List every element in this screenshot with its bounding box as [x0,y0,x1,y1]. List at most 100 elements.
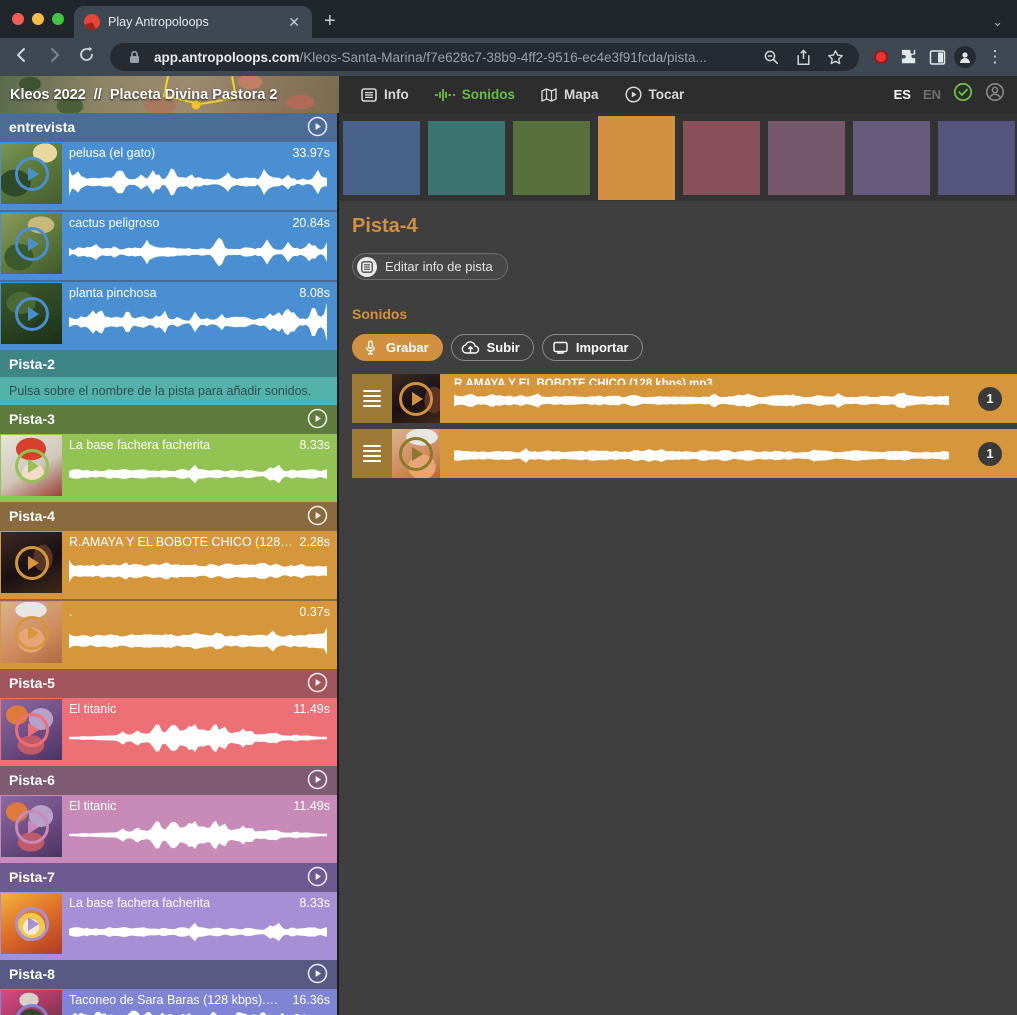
sound-thumbnail[interactable] [1,990,62,1015]
track-color-tab-5[interactable] [683,121,760,195]
url-text: app.antropoloops.com/Kleos-Santa-Marina/… [154,50,707,65]
track-header-pista-7[interactable]: Pista-7 [0,863,337,890]
sidebar-sound-item[interactable]: Taconeo de Sara Baras (128 kbps).mp316.3… [0,989,337,1015]
track-header-pista-4[interactable]: Pista-4 [0,502,337,529]
edit-track-info-label: Editar info de pista [385,259,493,274]
sound-waveform [454,385,953,421]
track-header-pista-5[interactable]: Pista-5 [0,669,337,696]
sound-thumbnail[interactable] [1,602,62,663]
track-header-pista-8[interactable]: Pista-8 [0,960,337,987]
play-track-icon[interactable] [307,866,328,887]
sound-row[interactable]: .1 [352,429,1017,478]
tab-close-icon[interactable]: ✕ [286,14,302,31]
sound-thumbnail[interactable] [1,143,62,204]
sound-thumbnail[interactable] [1,283,62,344]
sound-thumbnail[interactable] [392,429,440,478]
play-sound-icon[interactable] [399,437,433,471]
waveform-image [69,716,330,760]
track-color-tab-4[interactable] [598,116,675,200]
sidebar-sound-item[interactable]: R.AMAYA Y EL BOBOTE CHICO (128 kbps)....… [0,531,337,599]
share-icon[interactable] [791,49,815,66]
importar-button[interactable]: Importar [542,334,643,361]
play-track-icon[interactable] [307,769,328,790]
play-sound-icon[interactable] [15,1004,49,1015]
zoom-window-button[interactable] [52,13,64,25]
browser-menu-icon[interactable]: ⋮ [981,47,1009,67]
record-extension-icon[interactable] [869,50,893,64]
grabar-button[interactable]: Grabar [352,334,443,361]
browser-tab[interactable]: Play Antropoloops ✕ [74,6,312,38]
profile-avatar-icon[interactable] [953,46,977,68]
play-sound-icon[interactable] [15,546,49,580]
sound-thumbnail[interactable] [1,893,62,954]
bookmark-star-icon[interactable] [823,49,847,66]
play-sound-icon[interactable] [399,382,433,416]
nav-item-mapa[interactable]: Mapa [541,87,599,102]
track-header-pista-2[interactable]: Pista-2 [0,350,337,377]
nav-item-info[interactable]: Info [361,87,409,102]
track-color-tab-7[interactable] [853,121,930,195]
waveform-image [69,160,330,204]
sound-row[interactable]: R.AMAYA Y EL BOBOTE CHICO (128 kbps).mp3… [352,374,1017,423]
play-sound-icon[interactable] [15,227,49,261]
sound-thumbnail[interactable] [1,213,62,274]
sound-thumbnail[interactable] [392,374,440,423]
sidebar-sound-item[interactable]: cactus peligroso20.84s [0,212,337,280]
sound-duration: 11.49s [293,702,330,716]
nav-item-sonidos[interactable]: Sonidos [435,87,515,102]
track-color-tab-6[interactable] [768,121,845,195]
extensions-puzzle-icon[interactable] [897,48,921,66]
play-track-icon[interactable] [307,672,328,693]
minimize-window-button[interactable] [32,13,44,25]
sidebar-sound-item[interactable]: La base fachera facherita8.33s [0,434,337,502]
reload-button[interactable] [72,46,100,68]
close-window-button[interactable] [12,13,24,25]
play-sound-icon[interactable] [15,157,49,191]
sidebar-sound-item[interactable]: .0.37s [0,601,337,669]
sidebar-sound-item[interactable]: La base fachera facherita8.33s [0,892,337,960]
sound-thumbnail[interactable] [1,699,62,760]
sidebar-sound-item[interactable]: pelusa (el gato)33.97s [0,142,337,210]
play-track-icon[interactable] [307,505,328,526]
breadcrumb-separator: // [94,87,102,103]
back-button[interactable] [8,46,36,69]
lang-en-button[interactable]: EN [923,87,941,102]
track-color-tab-8[interactable] [938,121,1015,195]
track-color-tab-1[interactable] [343,121,420,195]
play-sound-icon[interactable] [15,449,49,483]
lang-es-button[interactable]: ES [894,87,911,102]
edit-track-info-button[interactable]: Editar info de pista [352,253,508,280]
drag-handle-icon[interactable] [352,429,392,478]
sound-thumbnail[interactable] [1,532,62,593]
play-sound-icon[interactable] [15,907,49,941]
track-color-tab-2[interactable] [428,121,505,195]
account-icon[interactable] [985,82,1005,107]
play-track-icon[interactable] [307,408,328,429]
sound-title: Taconeo de Sara Baras (128 kbps).mp3 [69,993,286,1007]
play-sound-icon[interactable] [15,713,49,747]
tab-search-chevron-icon[interactable]: ⌄ [992,14,1003,30]
track-header-entrevista[interactable]: entrevista [0,113,337,140]
play-sound-icon[interactable] [15,297,49,331]
sidebar-sound-item[interactable]: planta pinchosa8.08s [0,282,337,350]
sound-thumbnail[interactable] [1,796,62,857]
track-color-tab-3[interactable] [513,121,590,195]
url-bar[interactable]: app.antropoloops.com/Kleos-Santa-Marina/… [110,43,859,71]
zoom-out-icon[interactable] [759,49,783,66]
sidebar-sound-item[interactable]: El titanic11.49s [0,698,337,766]
subir-button[interactable]: Subir [451,334,534,361]
map-thumbnail[interactable]: Kleos 2022 // Placeta Divina Pastora 2 [0,76,339,113]
forward-button[interactable] [40,46,68,69]
sidebar-sound-item[interactable]: El titanic11.49s [0,795,337,863]
nav-item-tocar[interactable]: Tocar [625,86,685,103]
new-tab-button[interactable]: + [324,10,336,33]
side-panel-icon[interactable] [925,49,949,66]
play-track-icon[interactable] [307,963,328,984]
drag-handle-icon[interactable] [352,374,392,423]
track-header-pista-6[interactable]: Pista-6 [0,766,337,793]
play-sound-icon[interactable] [15,616,49,650]
play-track-icon[interactable] [307,116,328,137]
play-sound-icon[interactable] [15,810,49,844]
track-header-pista-3[interactable]: Pista-3 [0,405,337,432]
sound-thumbnail[interactable] [1,435,62,496]
